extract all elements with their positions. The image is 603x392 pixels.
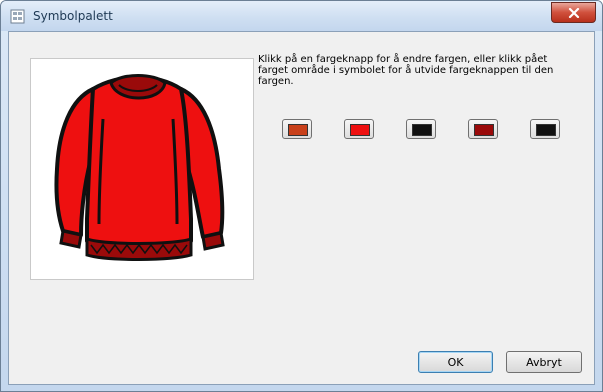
color-swatch-button-3[interactable]	[406, 119, 436, 139]
swatch-fill	[288, 124, 308, 136]
title-bar[interactable]: Symbolpalett	[1, 1, 602, 31]
symbol-preview	[30, 58, 254, 280]
swatch-fill	[412, 124, 432, 136]
color-swatch-button-1[interactable]	[282, 119, 312, 139]
cancel-button[interactable]: Avbryt	[506, 351, 582, 373]
palette-window-icon	[10, 9, 25, 24]
window-title: Symbolpalett	[33, 9, 113, 23]
color-swatch-button-2[interactable]	[344, 119, 374, 139]
swatch-fill	[350, 124, 370, 136]
ok-button[interactable]: OK	[418, 351, 493, 373]
sweater-icon[interactable]	[31, 59, 253, 279]
symbol-palette-dialog: Symbolpalett Klikk på en fargeknapp for …	[0, 0, 603, 392]
close-icon	[568, 7, 579, 18]
color-swatch-button-5[interactable]	[530, 119, 560, 139]
instructions-text: Klikk på en fargeknapp for å endre farge…	[258, 54, 554, 87]
swatch-fill	[536, 124, 556, 136]
close-button[interactable]	[551, 2, 596, 23]
dialog-body: Klikk på en fargeknapp for å endre farge…	[8, 31, 595, 385]
swatch-fill	[474, 124, 494, 136]
color-swatch-button-4[interactable]	[468, 119, 498, 139]
